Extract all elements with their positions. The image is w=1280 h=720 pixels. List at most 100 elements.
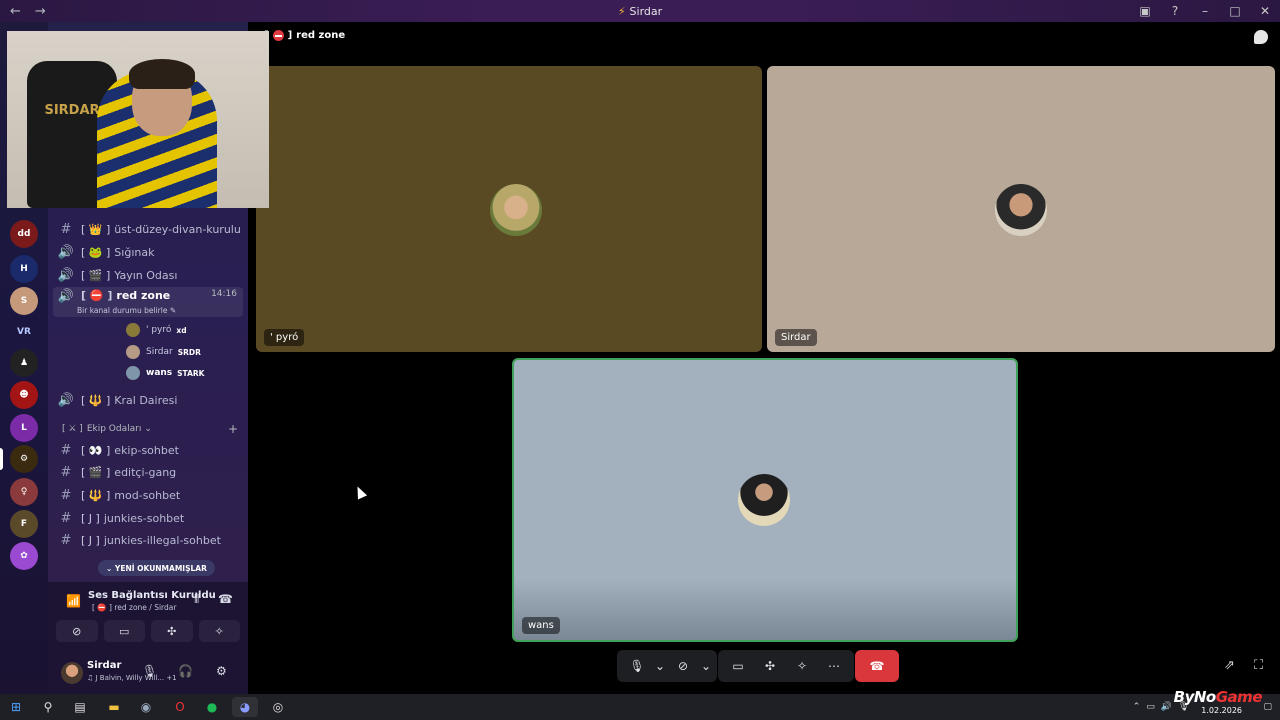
screen-share-button[interactable]: ▭ [103, 620, 145, 642]
channel-status-hint[interactable]: Bir kanal durumu belirle ✎ [77, 306, 176, 315]
channel-item[interactable]: 🔊 [ 🐸 ] Sığınak [53, 241, 243, 263]
chevron-up-icon[interactable]: ⌃ [1133, 702, 1141, 712]
server-icon[interactable]: ⚙ [10, 445, 38, 473]
end-call-button[interactable]: ☎ [855, 650, 899, 682]
notification-icon[interactable]: ▢ [1263, 702, 1272, 712]
channel-emoji: [ 🔱 ] [81, 393, 111, 407]
activities-button[interactable]: ✣ [151, 620, 193, 642]
signal-icon[interactable]: 📶 [66, 594, 81, 608]
inbox-icon[interactable]: ▣ [1130, 4, 1160, 18]
voice-user[interactable]: ' pyró xd [126, 321, 187, 339]
selected-server-pill [0, 448, 3, 470]
channel-item[interactable]: # [ 🎬 ] editçi-gang [53, 461, 243, 483]
add-channel-icon[interactable]: + [228, 422, 238, 436]
back-icon[interactable]: ← [10, 4, 21, 19]
soundboard-button[interactable]: ✧ [198, 620, 240, 642]
channel-name: Kral Dairesi [114, 393, 178, 407]
new-unreads-pill[interactable]: ⌄ YENİ OKUNMAMIŞLAR [98, 560, 215, 576]
soundboard-icon[interactable]: ✧ [788, 654, 816, 678]
no-entry-icon [272, 30, 284, 41]
obs-icon[interactable]: ◎ [265, 697, 291, 717]
noise-suppression-icon[interactable]: ⦀ [194, 592, 199, 607]
windows-start-icon[interactable]: ⊞ [3, 697, 29, 717]
activity-controls: ▭ ✣ ✧ ⋯ [718, 650, 854, 682]
channel-name: ekip-sohbet [114, 443, 179, 457]
server-icon[interactable]: ✿ [10, 542, 38, 570]
voice-location[interactable]: [ ⛔ ] red zone / Sirdar [92, 603, 176, 612]
screen-share-icon[interactable]: ▭ [724, 654, 752, 678]
steam-icon[interactable]: ◉ [133, 697, 159, 717]
volume-icon[interactable]: 🔊 [1161, 702, 1172, 712]
server-icon[interactable]: H [10, 255, 38, 283]
text-channel-icon: # [60, 510, 72, 526]
server-icon[interactable]: ♟ [10, 349, 38, 377]
minimize-icon[interactable]: – [1190, 4, 1220, 18]
forward-icon[interactable]: → [35, 4, 46, 19]
discord-icon[interactable]: ◕ [232, 697, 258, 717]
camera-off-icon[interactable]: ⊘ [669, 654, 697, 678]
text-channel-icon: # [60, 464, 72, 480]
avatar [126, 323, 140, 337]
tile-name-tag: ' pyró [264, 329, 305, 346]
headphones-icon[interactable]: 🎧 [178, 664, 193, 678]
fullscreen-icon[interactable]: ⛶ [1254, 658, 1263, 673]
disconnect-icon[interactable]: ☎ [218, 592, 233, 606]
more-icon[interactable]: ⋯ [820, 654, 848, 678]
channel-name: junkies-illegal-sohbet [103, 533, 221, 547]
task-view-icon[interactable]: ▤ [67, 697, 93, 717]
server-icon[interactable]: ♀ [10, 478, 38, 506]
voice-user[interactable]: wans STARK [126, 364, 204, 382]
gear-icon[interactable]: ⚙ [216, 664, 227, 678]
microphone-icon[interactable]: 🎙 [142, 664, 157, 678]
channel-item[interactable]: # [ 👀 ] ekip-sohbet [53, 439, 243, 461]
channel-item[interactable]: 🔊 [ 🎬 ] Yayın Odası [53, 264, 243, 286]
help-icon[interactable]: ? [1160, 4, 1190, 18]
network-icon[interactable]: ▭ [1146, 702, 1155, 712]
video-tile[interactable]: Sirdar [767, 66, 1275, 352]
maximize-icon[interactable]: □ [1220, 4, 1250, 18]
channel-name: Yayın Odası [114, 268, 178, 282]
avatar [490, 184, 542, 236]
voice-connection-panel: 📶 Ses Bağlantısı Kuruldu ⦀ ☎ ⊘ ▭ ✣ ✧ Sir… [48, 582, 248, 694]
channel-item[interactable]: # [ 👑 ] üst-düzey-divan-kurulu [53, 218, 243, 240]
channel-emoji: [ 🎬 ] [81, 268, 111, 282]
voice-channel-icon: 🔊 [57, 289, 75, 304]
search-icon[interactable]: ⚲ [35, 697, 61, 717]
camera-off-button[interactable]: ⊘ [56, 620, 98, 642]
server-icon[interactable]: L [10, 414, 38, 442]
voice-user-tag: xd [176, 325, 187, 335]
chat-icon[interactable] [1254, 30, 1268, 44]
channel-emoji: ] [287, 30, 293, 41]
chevron-down-icon[interactable]: ⌄ [655, 654, 665, 678]
channel-item[interactable]: # [ J ] junkies-sohbet [53, 507, 243, 529]
pop-out-icon[interactable]: ⇗ [1224, 658, 1235, 673]
file-explorer-icon[interactable]: ▬ [101, 697, 127, 717]
server-icon[interactable]: ☻ [10, 381, 38, 409]
activities-icon[interactable]: ✣ [756, 654, 784, 678]
video-tile[interactable]: ' pyró [256, 66, 762, 352]
voice-user[interactable]: Sirdar SRDR [126, 343, 201, 361]
avatar [738, 474, 790, 526]
video-tile-speaking[interactable]: wans [512, 358, 1018, 642]
channel-emoji: [ 🎬 ] [81, 465, 111, 479]
chevron-down-icon[interactable]: ⌄ [701, 654, 711, 678]
spotify-icon[interactable]: ● [199, 697, 225, 717]
server-icon[interactable]: F [10, 510, 38, 538]
channel-item[interactable]: # [ J ] junkies-illegal-sohbet [53, 529, 243, 551]
close-icon[interactable]: ✕ [1250, 4, 1280, 18]
channel-item[interactable]: # [ 🔱 ] mod-sohbet [53, 484, 243, 506]
avatar[interactable] [61, 662, 83, 684]
channel-emoji: [ 🐸 ] [81, 245, 111, 259]
server-icon[interactable]: VR [10, 318, 38, 346]
webcam-overlay: SIRDAR [7, 31, 269, 208]
opera-icon[interactable]: O [167, 697, 193, 717]
microphone-icon[interactable]: 🎙 [623, 654, 651, 678]
category-header[interactable]: [ ⚔ ] Ekip Odaları ⌄ + [62, 422, 238, 436]
server-icon[interactable]: S [10, 287, 38, 315]
voice-user-name: Sirdar [146, 347, 173, 357]
av-controls: 🎙 ⌄ ⊘ ⌄ [617, 650, 717, 682]
channel-item[interactable]: 🔊 [ 🔱 ] Kral Dairesi [53, 389, 243, 411]
channel-name: junkies-sohbet [103, 511, 185, 525]
server-icon[interactable]: dd [10, 220, 38, 248]
app-window: ← → ⚡ Sirdar ▣ ? – □ ✕ dd H S VR ♟ ☻ L ⚙ … [0, 0, 1280, 720]
